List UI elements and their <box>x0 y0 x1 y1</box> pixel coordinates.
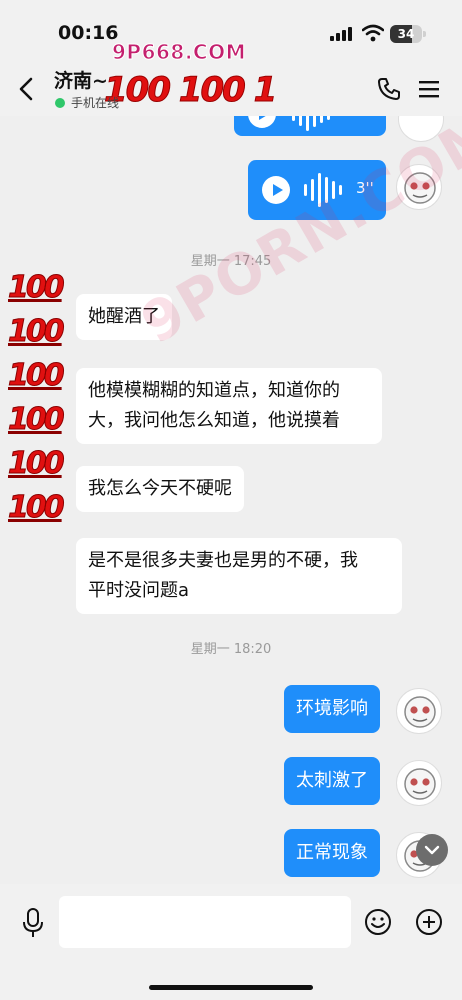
scroll-to-bottom-button[interactable] <box>416 834 448 866</box>
status-bar: 00:16 9P668.COM 34 <box>0 0 462 65</box>
avatar-face-icon <box>404 768 436 800</box>
plus-circle-icon[interactable] <box>415 908 443 936</box>
avatar[interactable] <box>396 688 442 734</box>
outgoing-message[interactable]: 正常现象 <box>284 829 380 877</box>
sticker-100-icon: 100 <box>8 358 66 394</box>
avatar-face-icon <box>404 172 436 204</box>
outgoing-message[interactable]: 太刺激了 <box>284 757 380 805</box>
cellular-signal-icon <box>330 27 352 41</box>
voice-message-bubble[interactable] <box>234 116 386 136</box>
home-indicator <box>149 985 313 990</box>
site-watermark: 9P668.COM <box>111 40 247 65</box>
message-list[interactable]: 3'' 星期一 17:45 100 100 100 100 100 100 她醒… <box>0 116 462 884</box>
incoming-message-line: 平时没问题a <box>88 580 190 601</box>
play-icon[interactable] <box>262 176 290 204</box>
emoji-icon[interactable] <box>364 908 392 936</box>
avatar-face-icon <box>404 696 436 728</box>
chevron-left-icon[interactable] <box>14 76 40 102</box>
wifi-icon <box>362 24 384 42</box>
status-time: 00:16 <box>58 22 119 44</box>
sticker-100-icon: 100 <box>8 270 66 306</box>
play-icon[interactable] <box>248 116 276 128</box>
title-decoration-sticker: 100 100 1 <box>103 70 277 111</box>
voice-duration: 3'' <box>356 179 374 197</box>
battery-icon: 34 <box>390 25 426 43</box>
sticker-100-icon: 100 <box>8 446 66 482</box>
message-timestamp: 星期一 18:20 <box>190 642 272 657</box>
message-input-bar <box>0 884 462 1000</box>
avatar[interactable] <box>396 164 442 210</box>
voice-waveform-icon <box>292 116 330 134</box>
sticker-100-icon: 100 <box>8 314 66 350</box>
incoming-message[interactable]: 她醒酒了 <box>76 294 172 340</box>
chat-title[interactable]: 济南~ <box>54 66 108 93</box>
avatar[interactable] <box>396 760 442 806</box>
phone-icon[interactable] <box>376 76 402 102</box>
online-status-dot <box>55 98 65 108</box>
sticker-100-column: 100 100 100 100 100 100 <box>8 266 72 530</box>
incoming-message[interactable]: 他模模糊糊的知道点，知道你的 大，我问他怎么知道，他说摸着 <box>76 368 382 444</box>
menu-icon[interactable] <box>418 78 440 100</box>
voice-waveform-icon <box>304 172 342 208</box>
incoming-message-line: 大，我问他怎么知道，他说摸着 <box>88 410 340 431</box>
online-status-text: 手机在线 <box>71 96 120 110</box>
message-input[interactable] <box>59 896 351 948</box>
microphone-icon[interactable] <box>22 908 44 938</box>
incoming-message[interactable]: 是不是很多夫妻也是男的不硬，我 平时没问题a <box>76 538 402 614</box>
outgoing-message[interactable]: 环境影响 <box>284 685 380 733</box>
diagonal-watermark: 9PORN.COM <box>130 116 462 357</box>
incoming-message[interactable]: 我怎么今天不硬呢 <box>76 466 244 512</box>
sticker-100-icon: 100 <box>8 490 66 526</box>
chevron-down-icon <box>424 845 440 855</box>
avatar[interactable] <box>398 116 444 142</box>
voice-message-bubble[interactable]: 3'' <box>248 160 386 220</box>
chat-header: 济南~ 100 100 1 手机在线 <box>0 64 462 116</box>
incoming-message-line: 他模模糊糊的知道点，知道你的 <box>88 380 340 401</box>
sticker-100-icon: 100 <box>8 402 66 438</box>
battery-level: 34 <box>397 27 415 41</box>
incoming-message-line: 是不是很多夫妻也是男的不硬，我 <box>88 550 358 571</box>
